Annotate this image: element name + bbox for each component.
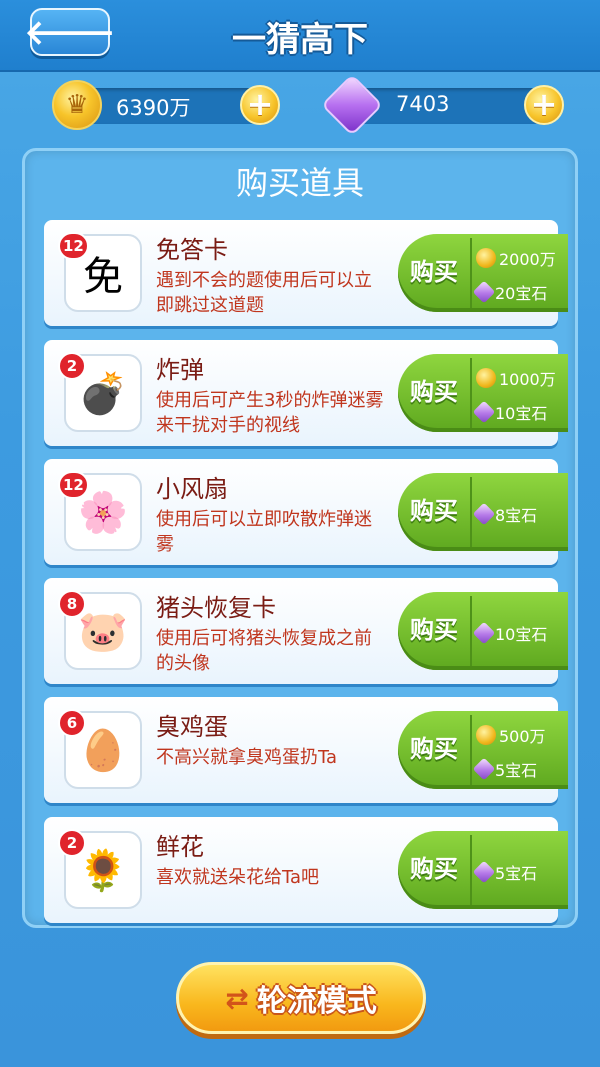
buy-divider [470, 358, 472, 428]
price-text: 500万 [499, 727, 546, 746]
item-count-badge: 8 [58, 590, 86, 618]
gem-icon [472, 502, 496, 526]
price-text: 2000万 [499, 250, 556, 269]
item-count-badge: 2 [58, 829, 86, 857]
shop-item: 8 🐷 猪头恢复卡 使用后可将猪头恢复成之前的头像 购买 10宝石 [44, 578, 568, 684]
price-gem: 8宝石 [472, 502, 538, 526]
gem-icon [472, 280, 496, 304]
item-description: 喜欢就送朵花给Ta吧 [156, 867, 320, 888]
price-coin: 500万 [476, 723, 546, 747]
price-text: 10宝石 [495, 625, 548, 644]
buy-label: 购买 [410, 378, 458, 406]
buy-divider [470, 835, 472, 905]
buy-button[interactable]: 购买 5宝石 [398, 831, 568, 909]
item-description: 使用后可将猪头恢复成之前的头像 [156, 628, 372, 674]
gem-icon [472, 860, 496, 884]
price-text: 5宝石 [495, 864, 538, 883]
buy-divider [470, 596, 472, 666]
item-name: 臭鸡蛋 [156, 713, 228, 741]
buy-label: 购买 [410, 616, 458, 644]
buy-button[interactable]: 购买 2000万 20宝石 [398, 234, 568, 312]
price-text: 10宝石 [495, 404, 548, 423]
item-description: 使用后可以立即吹散炸弹迷雾 [156, 509, 372, 555]
gold-value: 6390万 [116, 96, 191, 120]
price-text: 8宝石 [495, 506, 538, 525]
item-name: 鲜花 [156, 833, 204, 861]
item-description: 不高兴就拿臭鸡蛋扔Ta [156, 747, 338, 768]
panel-title: 购买道具 [235, 164, 364, 202]
item-count-badge: 12 [58, 232, 89, 260]
turn-mode-button[interactable]: ⇄ 轮流模式 [176, 962, 426, 1034]
gem-icon [472, 400, 496, 424]
gem-icon [472, 621, 496, 645]
add-gem-button[interactable]: + [524, 85, 564, 125]
turn-mode-label: 轮流模式 [256, 984, 377, 1019]
gem-value: 7403 [396, 92, 450, 116]
item-name: 免答卡 [156, 236, 228, 264]
buy-label: 购买 [410, 497, 458, 525]
buy-button[interactable]: 购买 8宝石 [398, 473, 568, 551]
item-name: 小风扇 [156, 475, 228, 503]
item-count-badge: 6 [58, 709, 86, 737]
add-gold-button[interactable]: + [240, 85, 280, 125]
swap-icon: ⇄ [225, 981, 249, 1015]
gem-balance: 7403 + [320, 73, 564, 137]
item-count-badge: 12 [58, 471, 89, 499]
shop-item: 2 💣 炸弹 使用后可产生3秒的炸弹迷雾来干扰对手的视线 购买 1000万 10… [44, 340, 568, 446]
item-name: 猪头恢复卡 [156, 594, 276, 622]
price-text: 5宝石 [495, 761, 538, 780]
item-name: 炸弹 [156, 356, 204, 384]
coin-icon [476, 248, 496, 268]
buy-divider [470, 238, 472, 308]
item-count-badge: 2 [58, 352, 86, 380]
buy-label: 购买 [410, 735, 458, 763]
gold-balance: ♛ 6390万 + [52, 80, 280, 130]
item-description: 使用后可产生3秒的炸弹迷雾来干扰对手的视线 [156, 390, 384, 436]
shop-item: 12 🌸 小风扇 使用后可以立即吹散炸弹迷雾 购买 8宝石 [44, 459, 568, 565]
price-gem: 10宝石 [472, 400, 548, 424]
coin-icon [476, 725, 496, 745]
page-title: 一猜高下 [232, 20, 368, 60]
buy-label: 购买 [410, 258, 458, 286]
price-text: 1000万 [499, 370, 556, 389]
buy-button[interactable]: 购买 1000万 10宝石 [398, 354, 568, 432]
price-coin: 2000万 [476, 246, 556, 270]
buy-button[interactable]: 购买 500万 5宝石 [398, 711, 568, 789]
price-gem: 20宝石 [472, 280, 548, 304]
gold-coin-icon: ♛ [52, 80, 102, 130]
shop-item: 12 免 免答卡 遇到不会的题使用后可以立即跳过这道题 购买 2000万 20宝… [44, 220, 568, 326]
price-coin: 1000万 [476, 366, 556, 390]
price-gem: 5宝石 [472, 757, 538, 781]
item-description: 遇到不会的题使用后可以立即跳过这道题 [156, 270, 372, 316]
buy-label: 购买 [410, 855, 458, 883]
coin-icon [476, 368, 496, 388]
buy-divider [470, 477, 472, 547]
price-text: 20宝石 [495, 284, 548, 303]
shop-item: 2 🌻 鲜花 喜欢就送朵花给Ta吧 购买 5宝石 [44, 817, 568, 923]
price-gem: 5宝石 [472, 860, 538, 884]
price-gem: 10宝石 [472, 621, 548, 645]
shop-item: 6 🥚 臭鸡蛋 不高兴就拿臭鸡蛋扔Ta 购买 500万 5宝石 [44, 697, 568, 803]
buy-divider [470, 715, 472, 785]
gem-icon [472, 757, 496, 781]
gem-icon [320, 73, 384, 137]
buy-button[interactable]: 购买 10宝石 [398, 592, 568, 670]
header-bar: 🡐 一猜高下 [0, 0, 600, 72]
